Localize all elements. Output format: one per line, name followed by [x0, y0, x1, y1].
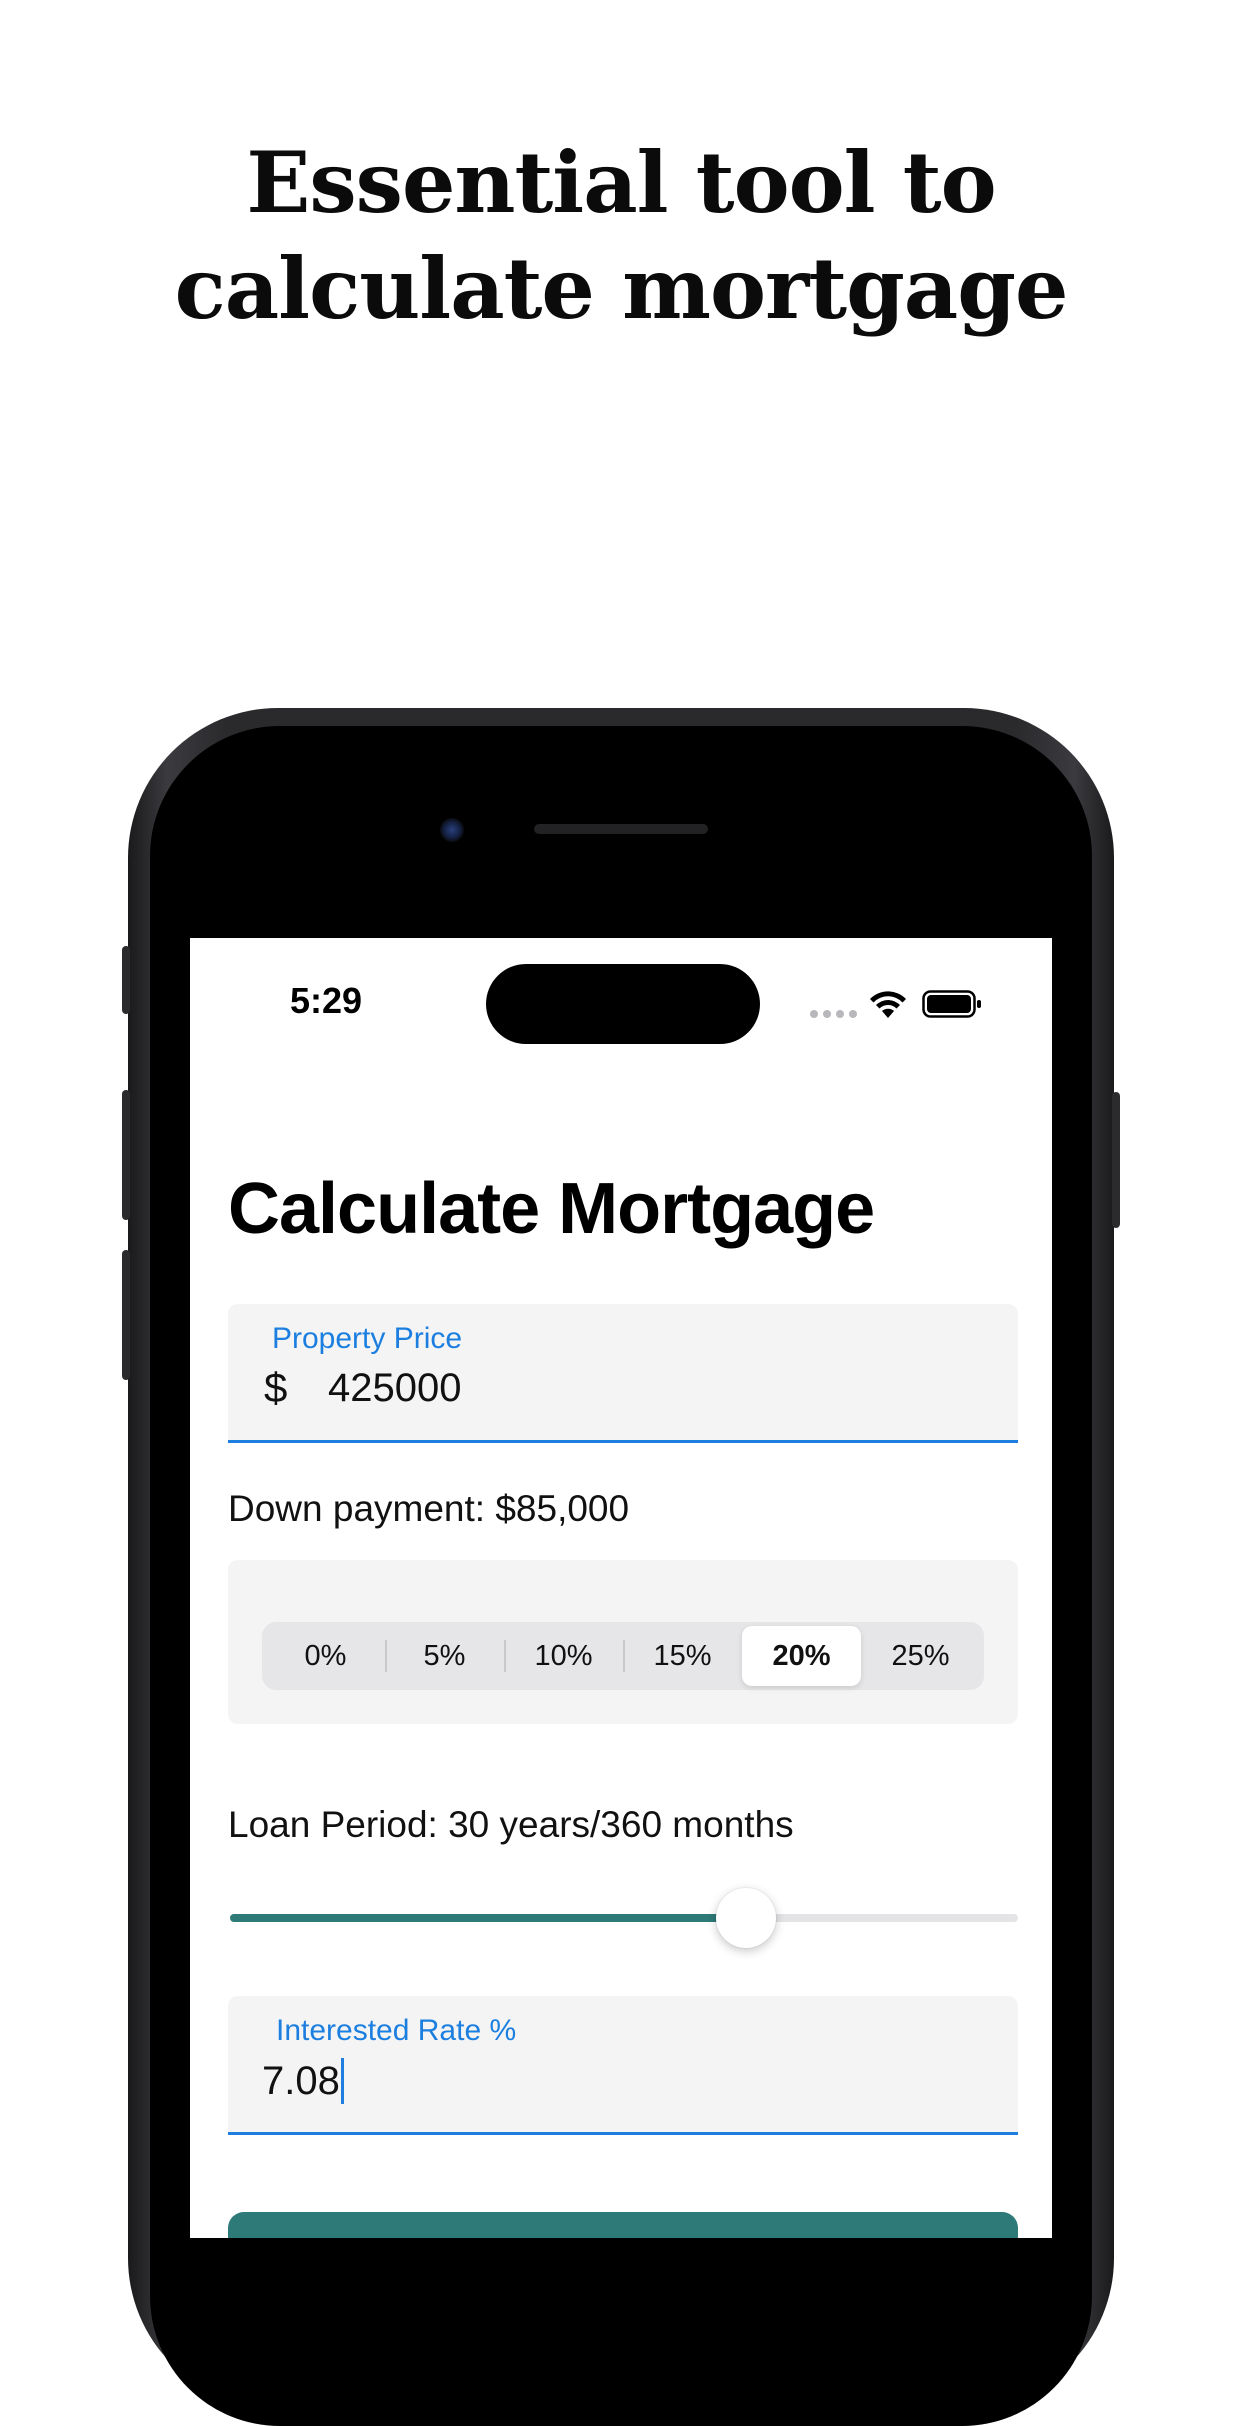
dynamic-island: [486, 964, 760, 1044]
wifi-icon: [870, 991, 906, 1018]
segment-25-percent[interactable]: 25%: [861, 1626, 980, 1686]
phone-power-button: [1112, 1092, 1120, 1228]
battery-icon: [922, 990, 981, 1018]
down-payment-card: 0% 5% 10% 15% 20% 25%: [228, 1560, 1018, 1724]
down-payment-label: Down payment: $85,000: [228, 1488, 630, 1529]
earpiece-speaker: [534, 824, 708, 834]
segment-0-percent[interactable]: 0%: [266, 1626, 385, 1686]
interest-rate-label: Interested Rate %: [276, 2014, 517, 2047]
phone-mute-switch: [122, 946, 130, 1014]
loan-period-slider-thumb[interactable]: [716, 1888, 777, 1948]
loan-period-slider-fill: [230, 1914, 747, 1922]
front-camera-icon: [440, 818, 464, 842]
page-title: Calculate Mortgage: [228, 1169, 875, 1249]
segment-10-percent[interactable]: 10%: [504, 1626, 623, 1686]
property-price-input[interactable]: 425000: [328, 1366, 461, 1411]
phone-volume-down-button: [122, 1250, 130, 1380]
loan-period-slider[interactable]: [230, 1888, 1018, 1948]
segment-20-percent[interactable]: 20%: [742, 1626, 861, 1686]
property-price-field[interactable]: Property Price $ 425000: [228, 1304, 1018, 1443]
interest-rate-input[interactable]: 7.08: [262, 2058, 344, 2104]
marketing-headline: Essential tool to calculate mortgage: [0, 130, 1242, 342]
phone-volume-up-button: [122, 1090, 130, 1220]
calculate-button[interactable]: [228, 2212, 1018, 2238]
text-cursor: [340, 2058, 344, 2104]
signal-dots-icon: [810, 1010, 857, 1018]
interest-rate-field[interactable]: Interested Rate % 7.08: [228, 1996, 1018, 2135]
property-price-label: Property Price: [272, 1322, 463, 1355]
segment-5-percent[interactable]: 5%: [385, 1626, 504, 1686]
headline-line-1: Essential tool to: [246, 133, 996, 232]
status-time: 5:29: [290, 980, 363, 1021]
headline-line-2: calculate mortgage: [174, 239, 1069, 338]
app-screen: 5:29 Calculate Mortgage Property Price $…: [190, 938, 1052, 2238]
interest-rate-value: 7.08: [262, 2058, 340, 2103]
down-payment-segmented-control[interactable]: 0% 5% 10% 15% 20% 25%: [262, 1622, 984, 1690]
currency-prefix: $: [264, 1364, 288, 1411]
loan-period-label: Loan Period: 30 years/360 months: [228, 1804, 794, 1845]
segment-15-percent[interactable]: 15%: [623, 1626, 742, 1686]
